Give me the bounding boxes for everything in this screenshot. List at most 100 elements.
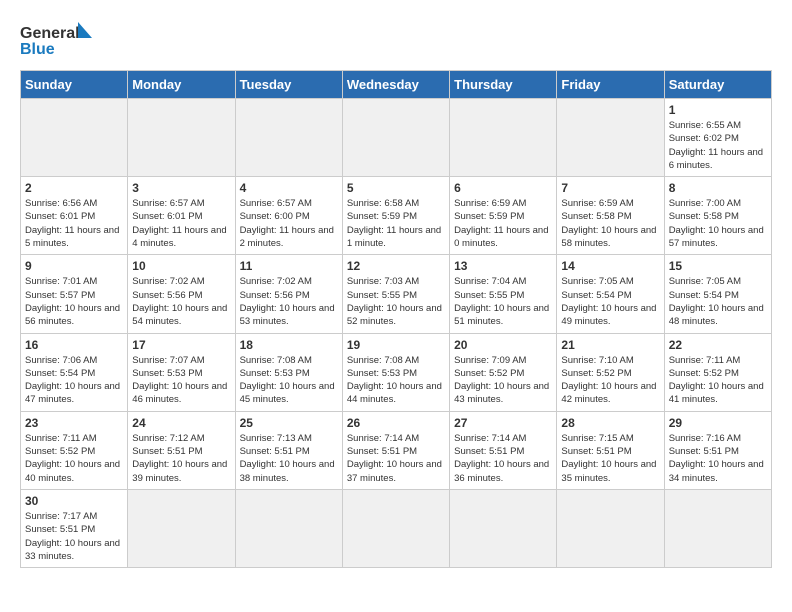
calendar-cell (450, 489, 557, 567)
day-info: Sunrise: 7:02 AM Sunset: 5:56 PM Dayligh… (240, 275, 338, 328)
svg-text:Blue: Blue (20, 41, 55, 58)
calendar-cell: 29 Sunrise: 7:16 AM Sunset: 5:51 PM Dayli… (664, 411, 771, 489)
day-number: 9 (25, 259, 123, 273)
day-info: Sunrise: 7:14 AM Sunset: 5:51 PM Dayligh… (347, 432, 445, 485)
calendar-week-row: 30Sunrise: 7:17 AM Sunset: 5:51 PM Dayli… (21, 489, 772, 567)
calendar-cell: 2 Sunrise: 6:56 AM Sunset: 6:01 PM Daylig… (21, 177, 128, 255)
day-info: Sunrise: 7:04 AM Sunset: 5:55 PM Dayligh… (454, 275, 552, 328)
calendar-cell: 20Sunrise: 7:09 AM Sunset: 5:52 PM Dayli… (450, 333, 557, 411)
calendar-header-row: SundayMondayTuesdayWednesdayThursdayFrid… (21, 71, 772, 99)
day-of-week-tuesday: Tuesday (235, 71, 342, 99)
day-info: Sunrise: 7:11 AM Sunset: 5:52 PM Dayligh… (669, 354, 767, 407)
day-number: 22 (669, 338, 767, 352)
calendar-week-row: 9 Sunrise: 7:01 AM Sunset: 5:57 PM Daylig… (21, 255, 772, 333)
calendar-cell: 12 Sunrise: 7:03 AM Sunset: 5:55 PM Dayli… (342, 255, 449, 333)
day-number: 16 (25, 338, 123, 352)
day-number: 14 (561, 259, 659, 273)
calendar-cell: 1Sunrise: 6:55 AM Sunset: 6:02 PM Daylig… (664, 99, 771, 177)
calendar-cell: 8Sunrise: 7:00 AM Sunset: 5:58 PM Daylig… (664, 177, 771, 255)
calendar-cell: 3 Sunrise: 6:57 AM Sunset: 6:01 PM Daylig… (128, 177, 235, 255)
logo-icon: GeneralBlue (20, 20, 100, 60)
calendar-cell: 27 Sunrise: 7:14 AM Sunset: 5:51 PM Dayli… (450, 411, 557, 489)
calendar-cell: 11 Sunrise: 7:02 AM Sunset: 5:56 PM Dayli… (235, 255, 342, 333)
day-number: 2 (25, 181, 123, 195)
day-number: 10 (132, 259, 230, 273)
svg-text:General: General (20, 25, 80, 42)
day-number: 23 (25, 416, 123, 430)
day-number: 5 (347, 181, 445, 195)
calendar-cell: 10 Sunrise: 7:02 AM Sunset: 5:56 PM Dayli… (128, 255, 235, 333)
day-number: 25 (240, 416, 338, 430)
day-number: 18 (240, 338, 338, 352)
calendar-cell: 9 Sunrise: 7:01 AM Sunset: 5:57 PM Daylig… (21, 255, 128, 333)
day-number: 27 (454, 416, 552, 430)
calendar-cell (342, 99, 449, 177)
day-info: Sunrise: 7:15 AM Sunset: 5:51 PM Dayligh… (561, 432, 659, 485)
day-number: 11 (240, 259, 338, 273)
day-number: 15 (669, 259, 767, 273)
calendar-cell: 23 Sunrise: 7:11 AM Sunset: 5:52 PM Dayli… (21, 411, 128, 489)
calendar-cell: 13 Sunrise: 7:04 AM Sunset: 5:55 PM Dayli… (450, 255, 557, 333)
calendar-cell: 28Sunrise: 7:15 AM Sunset: 5:51 PM Dayli… (557, 411, 664, 489)
day-info: Sunrise: 6:59 AM Sunset: 5:59 PM Dayligh… (454, 197, 552, 250)
calendar-cell (235, 99, 342, 177)
calendar-cell: 30Sunrise: 7:17 AM Sunset: 5:51 PM Dayli… (21, 489, 128, 567)
day-info: Sunrise: 6:58 AM Sunset: 5:59 PM Dayligh… (347, 197, 445, 250)
calendar-cell: 24Sunrise: 7:12 AM Sunset: 5:51 PM Dayli… (128, 411, 235, 489)
day-info: Sunrise: 7:08 AM Sunset: 5:53 PM Dayligh… (347, 354, 445, 407)
day-number: 6 (454, 181, 552, 195)
day-info: Sunrise: 7:02 AM Sunset: 5:56 PM Dayligh… (132, 275, 230, 328)
calendar-cell: 4 Sunrise: 6:57 AM Sunset: 6:00 PM Daylig… (235, 177, 342, 255)
day-of-week-saturday: Saturday (664, 71, 771, 99)
calendar-cell: 18Sunrise: 7:08 AM Sunset: 5:53 PM Dayli… (235, 333, 342, 411)
day-of-week-friday: Friday (557, 71, 664, 99)
calendar-week-row: 23 Sunrise: 7:11 AM Sunset: 5:52 PM Dayli… (21, 411, 772, 489)
day-number: 21 (561, 338, 659, 352)
day-of-week-wednesday: Wednesday (342, 71, 449, 99)
day-info: Sunrise: 6:56 AM Sunset: 6:01 PM Dayligh… (25, 197, 123, 250)
day-info: Sunrise: 7:05 AM Sunset: 5:54 PM Dayligh… (669, 275, 767, 328)
day-info: Sunrise: 7:10 AM Sunset: 5:52 PM Dayligh… (561, 354, 659, 407)
day-number: 12 (347, 259, 445, 273)
calendar-cell: 16 Sunrise: 7:06 AM Sunset: 5:54 PM Dayli… (21, 333, 128, 411)
day-info: Sunrise: 7:13 AM Sunset: 5:51 PM Dayligh… (240, 432, 338, 485)
calendar-cell (128, 489, 235, 567)
calendar-cell: 5 Sunrise: 6:58 AM Sunset: 5:59 PM Daylig… (342, 177, 449, 255)
calendar-cell: 25 Sunrise: 7:13 AM Sunset: 5:51 PM Dayli… (235, 411, 342, 489)
day-info: Sunrise: 7:05 AM Sunset: 5:54 PM Dayligh… (561, 275, 659, 328)
calendar-cell: 17 Sunrise: 7:07 AM Sunset: 5:53 PM Dayli… (128, 333, 235, 411)
day-info: Sunrise: 7:01 AM Sunset: 5:57 PM Dayligh… (25, 275, 123, 328)
day-of-week-sunday: Sunday (21, 71, 128, 99)
calendar-cell (128, 99, 235, 177)
calendar-cell: 7Sunrise: 6:59 AM Sunset: 5:58 PM Daylig… (557, 177, 664, 255)
day-number: 3 (132, 181, 230, 195)
calendar-cell: 26 Sunrise: 7:14 AM Sunset: 5:51 PM Dayli… (342, 411, 449, 489)
day-info: Sunrise: 6:57 AM Sunset: 6:00 PM Dayligh… (240, 197, 338, 250)
day-info: Sunrise: 7:17 AM Sunset: 5:51 PM Dayligh… (25, 510, 123, 563)
calendar-cell (557, 489, 664, 567)
calendar-cell: 6 Sunrise: 6:59 AM Sunset: 5:59 PM Daylig… (450, 177, 557, 255)
day-of-week-thursday: Thursday (450, 71, 557, 99)
page-header: GeneralBlue (20, 20, 772, 60)
day-info: Sunrise: 7:00 AM Sunset: 5:58 PM Dayligh… (669, 197, 767, 250)
day-number: 19 (347, 338, 445, 352)
day-info: Sunrise: 7:06 AM Sunset: 5:54 PM Dayligh… (25, 354, 123, 407)
day-number: 26 (347, 416, 445, 430)
day-info: Sunrise: 7:07 AM Sunset: 5:53 PM Dayligh… (132, 354, 230, 407)
day-info: Sunrise: 7:11 AM Sunset: 5:52 PM Dayligh… (25, 432, 123, 485)
calendar-cell (235, 489, 342, 567)
day-info: Sunrise: 7:03 AM Sunset: 5:55 PM Dayligh… (347, 275, 445, 328)
day-number: 29 (669, 416, 767, 430)
calendar-cell: 14 Sunrise: 7:05 AM Sunset: 5:54 PM Dayli… (557, 255, 664, 333)
day-info: Sunrise: 7:16 AM Sunset: 5:51 PM Dayligh… (669, 432, 767, 485)
day-number: 17 (132, 338, 230, 352)
calendar-week-row: 16 Sunrise: 7:06 AM Sunset: 5:54 PM Dayli… (21, 333, 772, 411)
day-number: 13 (454, 259, 552, 273)
day-info: Sunrise: 6:57 AM Sunset: 6:01 PM Dayligh… (132, 197, 230, 250)
day-number: 4 (240, 181, 338, 195)
logo: GeneralBlue (20, 20, 100, 60)
calendar-cell (342, 489, 449, 567)
day-number: 20 (454, 338, 552, 352)
day-info: Sunrise: 7:14 AM Sunset: 5:51 PM Dayligh… (454, 432, 552, 485)
calendar-cell: 15 Sunrise: 7:05 AM Sunset: 5:54 PM Dayli… (664, 255, 771, 333)
